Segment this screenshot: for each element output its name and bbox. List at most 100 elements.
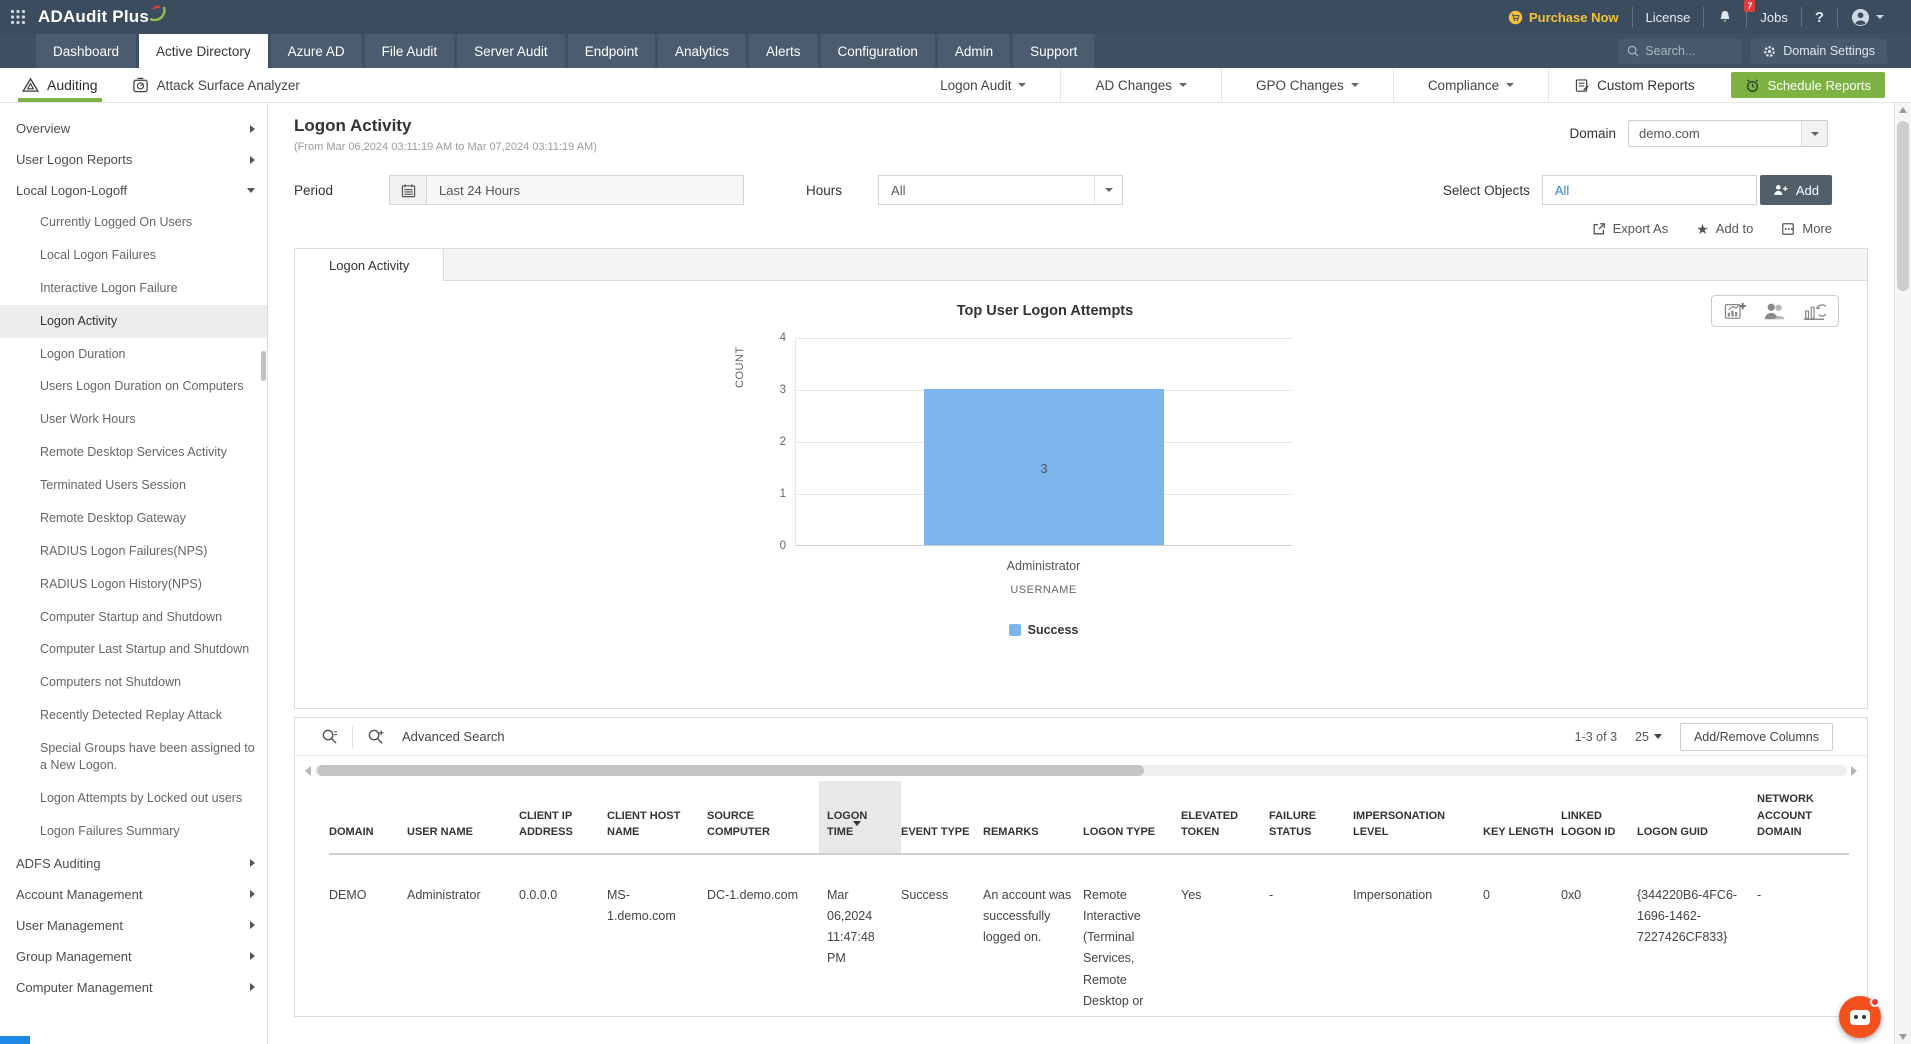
nav-tab-dashboard[interactable]: Dashboard — [36, 34, 137, 68]
add-remove-columns-button[interactable]: Add/Remove Columns — [1679, 722, 1833, 751]
bar-administrator-success[interactable]: 3 — [924, 389, 1164, 545]
scroll-right-arrow[interactable] — [1851, 765, 1857, 776]
sidebar-item-user-management[interactable]: User Management — [0, 910, 267, 941]
app-logo[interactable]: ADAudit Plus — [38, 5, 167, 27]
tab-logon-activity[interactable]: Logon Activity — [295, 249, 445, 281]
select-objects-input[interactable]: All — [1541, 175, 1757, 205]
sidebar-item-remote-desktop-services-activity[interactable]: Remote Desktop Services Activity — [0, 436, 267, 469]
sidebar-item-logon-activity[interactable]: Logon Activity — [0, 304, 267, 338]
tab-attack-surface-analyzer[interactable]: Attack Surface Analyzer — [132, 68, 300, 102]
sidebar-item-user-logon-reports[interactable]: User Logon Reports — [0, 144, 267, 175]
col-failure-status[interactable]: FAILURE STATUS — [1269, 781, 1353, 854]
col-event-type[interactable]: EVENT TYPE — [901, 781, 983, 854]
col-impersonation-level[interactable]: IMPERSONATION LEVEL — [1353, 781, 1483, 854]
sidebar-item-recently-detected-replay-attack[interactable]: Recently Detected Replay Attack — [0, 699, 267, 732]
sidebar-item-computer-management[interactable]: Computer Management — [0, 972, 267, 1003]
top-users-icon[interactable] — [1762, 301, 1786, 321]
nav-tab-server-audit[interactable]: Server Audit — [457, 34, 565, 68]
menu-gpo-changes[interactable]: GPO Changes — [1221, 68, 1393, 102]
col-remarks[interactable]: REMARKS — [983, 781, 1083, 854]
more-button[interactable]: More — [1781, 221, 1832, 236]
purchase-now-button[interactable]: Purchase Now — [1495, 7, 1632, 27]
scroll-left-arrow[interactable] — [305, 765, 311, 776]
schedule-reports-button[interactable]: Schedule Reports — [1730, 72, 1885, 98]
add-chart-icon[interactable] — [1724, 301, 1746, 321]
nav-tab-admin[interactable]: Admin — [937, 34, 1011, 68]
col-source-computer[interactable]: SOURCE COMPUTER — [707, 781, 819, 854]
sidebar-item-currently-logged-on-users[interactable]: Currently Logged On Users — [0, 206, 267, 239]
col-logon-guid[interactable]: LOGON GUID — [1637, 781, 1757, 854]
nav-tab-active-directory[interactable]: Active Directory — [139, 34, 268, 68]
hours-select[interactable]: All — [878, 175, 1124, 205]
nav-tab-configuration[interactable]: Configuration — [820, 34, 935, 68]
col-linked-logon-id[interactable]: LINKED LOGON ID — [1561, 781, 1637, 854]
app-grid-icon[interactable] — [10, 9, 26, 25]
global-search[interactable] — [1619, 38, 1742, 64]
col-network-account-domain[interactable]: NETWORK ACCOUNT DOMAIN — [1757, 781, 1849, 854]
advanced-search-button[interactable] — [357, 728, 394, 745]
scroll-up-arrow[interactable] — [1899, 107, 1907, 113]
vscroll-thumb[interactable] — [1897, 121, 1909, 291]
nav-tab-alerts[interactable]: Alerts — [749, 34, 818, 68]
sidebar-item-logon-duration[interactable]: Logon Duration — [0, 338, 267, 371]
col-user-name[interactable]: USER NAME — [407, 781, 519, 854]
sidebar-item-remote-desktop-gateway[interactable]: Remote Desktop Gateway — [0, 502, 267, 535]
sidebar-item-group-management[interactable]: Group Management — [0, 941, 267, 972]
col-client-host[interactable]: CLIENT HOST NAME — [607, 781, 707, 854]
scroll-down-arrow[interactable] — [1899, 1034, 1907, 1040]
export-as-button[interactable]: Export As — [1592, 221, 1668, 236]
col-logon-type[interactable]: LOGON TYPE — [1083, 781, 1181, 854]
domain-settings-button[interactable]: Domain Settings — [1751, 38, 1887, 64]
add-to-button[interactable]: ★ Add to — [1696, 221, 1753, 236]
period-input[interactable] — [426, 175, 745, 205]
table-row[interactable]: DEMO Administrator 0.0.0.0 MS-1.demo.com… — [329, 854, 1849, 1013]
sidebar-item-computer-startup-shutdown[interactable]: Computer Startup and Shutdown — [0, 601, 267, 634]
menu-compliance[interactable]: Compliance — [1392, 68, 1548, 102]
sidebar-item-interactive-logon-failure[interactable]: Interactive Logon Failure — [0, 272, 267, 305]
nav-tab-endpoint[interactable]: Endpoint — [567, 34, 655, 68]
custom-reports-button[interactable]: Custom Reports — [1548, 68, 1721, 102]
col-key-length[interactable]: KEY LENGTH — [1483, 781, 1561, 854]
help-button[interactable]: ? — [1800, 7, 1837, 27]
nav-tab-azure-ad[interactable]: Azure AD — [270, 34, 362, 68]
sidebar-item-users-logon-duration-on-computers[interactable]: Users Logon Duration on Computers — [0, 370, 267, 403]
page-size-select[interactable]: 25 — [1635, 730, 1662, 744]
advanced-search-label[interactable]: Advanced Search — [402, 729, 505, 744]
sidebar-item-overview[interactable]: Overview — [0, 113, 267, 144]
sidebar-item-radius-logon-failures[interactable]: RADIUS Logon Failures(NPS) — [0, 535, 267, 568]
search-input[interactable] — [1645, 44, 1732, 58]
col-elevated-token[interactable]: ELEVATED TOKEN — [1181, 781, 1269, 854]
page-scrollbar[interactable] — [1894, 103, 1911, 1044]
chart-legend[interactable]: Success — [795, 623, 1292, 637]
sidebar-item-adfs-auditing[interactable]: ADFS Auditing — [0, 848, 267, 879]
sidebar-item-local-logon-logoff[interactable]: Local Logon-Logoff — [0, 175, 267, 206]
col-client-ip[interactable]: CLIENT IP ADDRESS — [519, 781, 607, 854]
sidebar-item-computer-last-startup-shutdown[interactable]: Computer Last Startup and Shutdown — [0, 633, 267, 666]
sidebar-item-special-groups-new-logon[interactable]: Special Groups have been assigned to a N… — [0, 732, 267, 782]
nav-tab-file-audit[interactable]: File Audit — [364, 34, 455, 68]
col-logon-time[interactable]: LOGON TIME — [819, 781, 901, 854]
menu-logon-audit[interactable]: Logon Audit — [906, 68, 1060, 102]
sidebar-item-local-logon-failures[interactable]: Local Logon Failures — [0, 239, 267, 272]
sidebar-item-terminated-users-session[interactable]: Terminated Users Session — [0, 469, 267, 502]
assistant-bot-button[interactable] — [1839, 996, 1881, 1038]
sidebar-item-account-management[interactable]: Account Management — [0, 879, 267, 910]
add-objects-button[interactable]: Add — [1759, 175, 1832, 205]
sidebar-scrollbar-thumb[interactable] — [261, 351, 266, 381]
sidebar-item-computers-not-shutdown[interactable]: Computers not Shutdown — [0, 666, 267, 699]
sidebar-item-radius-logon-history[interactable]: RADIUS Logon History(NPS) — [0, 568, 267, 601]
sidebar-item-logon-attempts-locked-out[interactable]: Logon Attempts by Locked out users — [0, 782, 267, 815]
col-domain[interactable]: DOMAIN — [329, 781, 407, 854]
menu-ad-changes[interactable]: AD Changes — [1060, 68, 1221, 102]
chart-refresh-icon[interactable] — [1802, 301, 1826, 321]
hscroll-thumb[interactable] — [317, 765, 1145, 776]
sidebar-item-logon-failures-summary[interactable]: Logon Failures Summary — [0, 815, 267, 848]
notifications-button[interactable]: 7 — [1703, 0, 1756, 27]
tab-auditing[interactable]: Auditing — [18, 68, 102, 102]
calendar-button[interactable] — [389, 175, 427, 205]
nav-tab-support[interactable]: Support — [1013, 34, 1095, 68]
column-search-button[interactable] — [311, 728, 348, 745]
sidebar-item-user-work-hours[interactable]: User Work Hours — [0, 403, 267, 436]
license-link[interactable]: License — [1631, 7, 1704, 27]
user-menu[interactable] — [1837, 7, 1897, 27]
